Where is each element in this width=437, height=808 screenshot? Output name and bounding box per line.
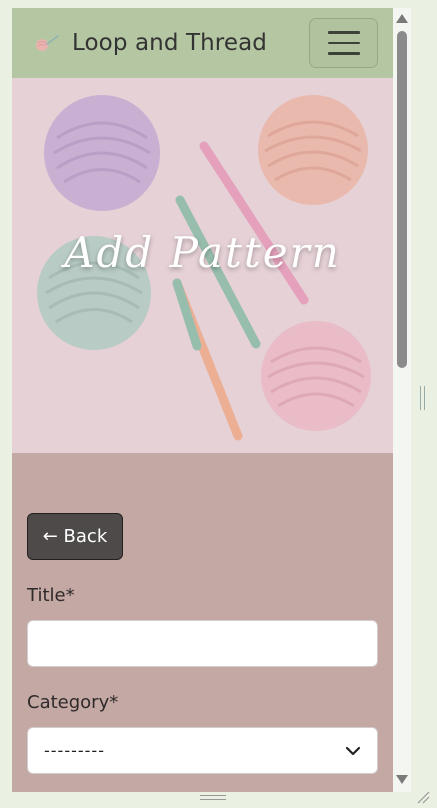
category-label: Category*: [27, 692, 119, 713]
browser-viewport: Loop and Thread Add Pattern ← Back Title…: [12, 8, 393, 792]
hamburger-menu-icon: [327, 31, 360, 34]
menu-toggle-button[interactable]: [309, 18, 378, 68]
yarn-logo-icon: [36, 35, 59, 51]
scroll-down-arrow-icon[interactable]: [396, 775, 408, 784]
navbar: Loop and Thread: [12, 8, 393, 78]
title-label: Title*: [27, 585, 75, 606]
vertical-scrollbar[interactable]: [393, 8, 411, 792]
brand-name: Loop and Thread: [72, 30, 267, 56]
page-title: Add Pattern: [64, 228, 341, 277]
category-select-value: ---------: [44, 741, 105, 760]
category-select[interactable]: ---------: [27, 727, 378, 774]
scrollbar-thumb[interactable]: [397, 31, 407, 368]
hero-banner: Add Pattern: [12, 78, 393, 453]
brand-link[interactable]: Loop and Thread: [34, 30, 267, 56]
resize-grip-icon[interactable]: [414, 788, 430, 804]
bottom-resize-handle[interactable]: [200, 795, 226, 800]
right-resize-handle[interactable]: [420, 386, 425, 410]
scroll-up-arrow-icon[interactable]: [396, 14, 408, 23]
pattern-form: ← Back Title* Category* ---------: [12, 453, 393, 792]
title-input[interactable]: [27, 620, 378, 667]
chevron-down-icon: [345, 746, 361, 755]
back-button[interactable]: ← Back: [27, 513, 123, 560]
